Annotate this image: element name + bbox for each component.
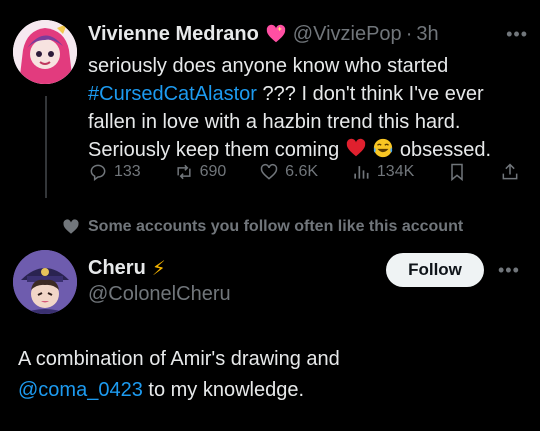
social-context-text: Some accounts you follow often like this… [88,218,464,235]
author-name[interactable]: Vivienne Medrano [88,23,259,46]
reply-button[interactable]: 133 [88,162,141,182]
views-button[interactable]: 134K [351,162,414,182]
share-icon [502,163,518,180]
separator-dot: · [405,22,413,45]
like-icon [260,163,278,180]
tweet-actions: 133 690 6.6K 134K [88,162,520,182]
reply-icon [90,164,106,181]
repost-button[interactable]: 690 [174,162,227,182]
suggested-more-icon[interactable]: ••• [498,260,520,281]
heart-badge-icon [265,23,287,45]
hashtag-link[interactable]: #CursedCatAlastor [88,83,257,105]
social-context: Some accounts you follow often like this… [62,218,463,236]
author-handle[interactable]: @VivziePop [293,23,402,46]
repost-icon [176,164,191,180]
follow-button[interactable]: Follow [386,253,484,287]
tweet[interactable]: Vivienne Medrano @VivziePop · 3h ••• ser… [88,18,528,164]
bookmark-button[interactable] [447,162,467,182]
repost-count: 690 [199,163,227,180]
suggested-account-avatar[interactable] [13,250,77,314]
suggested-account-name-row: Cheru ⚡ [88,256,231,281]
tweet-time[interactable]: 3h [416,23,438,46]
views-count: 134K [376,163,415,180]
views-icon [354,166,369,179]
share-button[interactable] [500,162,520,182]
thread-line [45,96,47,198]
reply-count: 133 [114,163,141,180]
account-bio: A combination of Amir's drawing and @com… [18,344,528,406]
like-count: 6.6K [285,163,319,180]
heart-icon [63,219,79,234]
bookmark-icon [451,163,463,182]
tweet-text-end: obsessed. [394,139,492,161]
bio-mention-link[interactable]: @coma_0423 [18,379,143,401]
bio-text-start: A combination of Amir's drawing and [18,348,340,370]
bio-text-end: to my knowledge. [142,379,305,401]
tweet-text-line1: seriously does anyone know who started [88,55,449,77]
more-icon[interactable]: ••• [506,24,528,45]
suggested-account[interactable]: Cheru ⚡ @ColonelCheru [88,256,231,306]
tweet-text: seriously does anyone know who started #… [88,52,528,164]
tweet-header: Vivienne Medrano @VivziePop · 3h [88,18,528,50]
red-heart-emoji-icon [345,137,367,159]
tears-of-joy-emoji-icon [372,137,394,159]
bolt-icon: ⚡ [151,258,166,280]
like-button[interactable]: 6.6K [259,162,318,182]
suggested-account-handle[interactable]: @ColonelCheru [88,283,231,306]
suggested-account-name[interactable]: Cheru [88,257,146,280]
author-avatar[interactable] [13,20,77,84]
